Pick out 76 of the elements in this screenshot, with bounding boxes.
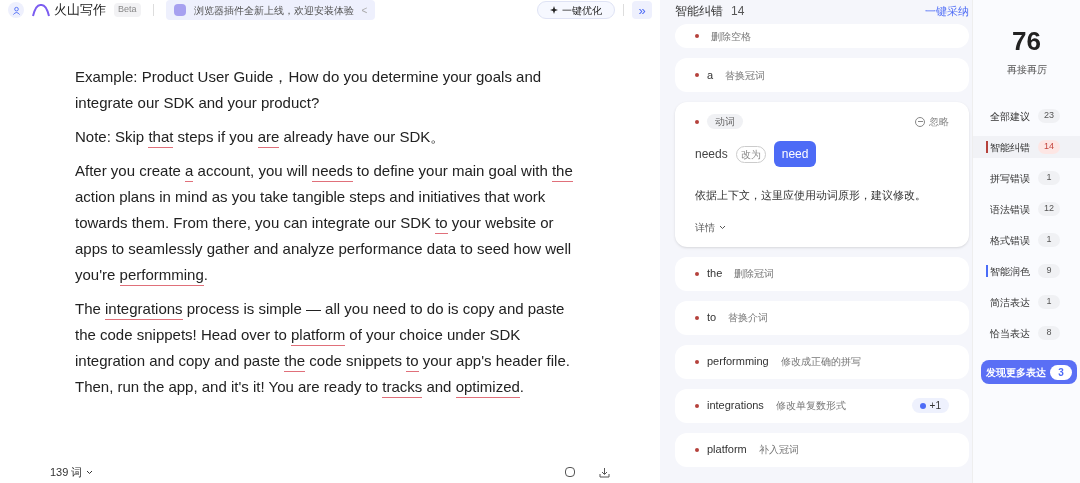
- optimize-button[interactable]: 一键优化: [537, 1, 615, 19]
- category-item[interactable]: 恰当表达 8: [973, 322, 1080, 344]
- discover-more-button[interactable]: 发现更多表达 3: [981, 360, 1077, 384]
- category-count: 14: [1038, 140, 1060, 154]
- app-name: 火山写作: [54, 1, 106, 20]
- paragraph: The integrations process is simple — all you need to do is copy and paste the code snippets! Head over to platform of your choice under SDK integration and copy and paste the code snippets to your app's header file. Then, run the app, and it's it! You are ready to tracks and optimized.: [75, 296, 582, 400]
- user-icon[interactable]: [8, 2, 24, 18]
- suggestion-note: 替换冠词: [725, 68, 766, 83]
- category-count: 12: [1038, 202, 1060, 216]
- banner[interactable]: 浏览器插件全新上线，欢迎安装体验 <: [165, 0, 376, 20]
- category-count: 8: [1038, 326, 1060, 340]
- flagged-word: the: [707, 266, 723, 282]
- category-item[interactable]: 智能纠错 14: [973, 136, 1080, 158]
- logo-icon: [32, 3, 50, 17]
- suggestion-note: 修改成正确的拼写: [780, 355, 861, 369]
- category-label: 全部建议: [990, 109, 1030, 124]
- explanation: 依据上下文，这里应使用动词原形，建议修改。: [695, 188, 927, 203]
- beta-badge: Beta: [114, 3, 141, 17]
- suggestion-note: 删除空格: [711, 29, 751, 44]
- suggestion-note: 修改单复数形式: [775, 399, 846, 413]
- flagged-word: platform: [707, 442, 747, 458]
- score-label: 再接再厉: [1005, 63, 1048, 77]
- flagged-word: to: [707, 310, 717, 326]
- flagged-word: integrations: [707, 398, 764, 414]
- category-item[interactable]: 简洁表达 1: [973, 291, 1080, 313]
- paragraph: Note: Skip that steps if you are already have our SDK。: [75, 124, 582, 150]
- category-count: 1: [1038, 171, 1060, 185]
- paragraph: After you create a account, you will needs to define your main goal with the action plans in mind as you take tangible steps and initiatives that work towards them. From there, you can integrate our SDK to your website or apps to seamlessly gather and analyze performance data to seed how well you're performming.: [75, 158, 582, 288]
- panel-count: 14: [731, 3, 745, 20]
- download-icon[interactable]: [599, 466, 610, 478]
- ignore-button[interactable]: 忽略: [915, 114, 949, 129]
- category-item[interactable]: 拼写错误 1: [973, 167, 1080, 189]
- suggestion-note: 补入冠词: [758, 443, 799, 457]
- category-label: 恰当表达: [990, 326, 1030, 341]
- chevron-down-icon: [719, 224, 726, 230]
- panel-title: 智能纠错: [675, 3, 723, 20]
- category-count: 1: [1038, 295, 1060, 309]
- flagged-word: a: [707, 67, 714, 83]
- sparkle-icon: [550, 6, 558, 14]
- details-toggle[interactable]: 详情: [695, 219, 726, 235]
- suggestion-card[interactable]: 动词 忽略 needs 改为 need 依据上下文，这里应使用动词原形，建议修改。 详情: [675, 102, 969, 247]
- extra-count: +1: [911, 398, 949, 413]
- original-word: needs: [695, 146, 728, 163]
- category-label: 智能纠错: [990, 140, 1030, 155]
- suggestion-card[interactable]: the 删除冠词: [675, 256, 969, 291]
- word-count[interactable]: 139 词: [50, 463, 94, 481]
- suggestion-note: 替换介词: [728, 311, 769, 325]
- category-label: 智能润色: [990, 264, 1030, 279]
- suggestion-note: 删除冠词: [734, 267, 775, 281]
- suggestion-card[interactable]: performming 修改成正确的拼写: [675, 344, 969, 379]
- category-item[interactable]: 语法错误 12: [973, 198, 1080, 220]
- accept-all-link[interactable]: 一键采纳: [925, 2, 969, 20]
- replacement-button[interactable]: need: [773, 141, 817, 167]
- category-label: 格式错误: [990, 233, 1030, 248]
- paragraph: Example: Product User Guide，How do you determine your goals and integrate our SDK and your product?: [75, 67, 543, 113]
- suggestion-card[interactable]: 删除空格: [675, 24, 969, 48]
- category-item[interactable]: 智能润色 9: [973, 260, 1080, 282]
- category-count: 23: [1038, 109, 1060, 123]
- chevron-down-icon: [86, 469, 94, 475]
- category-item[interactable]: 格式错误 1: [973, 229, 1080, 251]
- collapse-button[interactable]: »: [632, 1, 652, 19]
- tag: 动词: [707, 114, 743, 129]
- category-count: 1: [1038, 233, 1060, 247]
- flagged-word: performming: [707, 354, 769, 370]
- suggestion-card[interactable]: platform 补入冠词: [675, 432, 969, 467]
- category-count: 9: [1038, 264, 1060, 278]
- banner-text: 浏览器插件全新上线，欢迎安装体验: [193, 3, 354, 18]
- suggestion-card[interactable]: a 替换冠词: [675, 58, 969, 92]
- category-label: 拼写错误: [990, 171, 1030, 186]
- category-label: 简洁表达: [990, 295, 1030, 310]
- more-count: 3: [1050, 364, 1072, 380]
- suggestion-card[interactable]: to 替换介词: [675, 300, 969, 335]
- suggestion-card[interactable]: integrations 修改单复数形式 +1: [675, 388, 969, 423]
- category-item[interactable]: 全部建议 23: [973, 105, 1080, 127]
- score: 76: [1011, 28, 1042, 54]
- category-label: 语法错误: [990, 202, 1030, 217]
